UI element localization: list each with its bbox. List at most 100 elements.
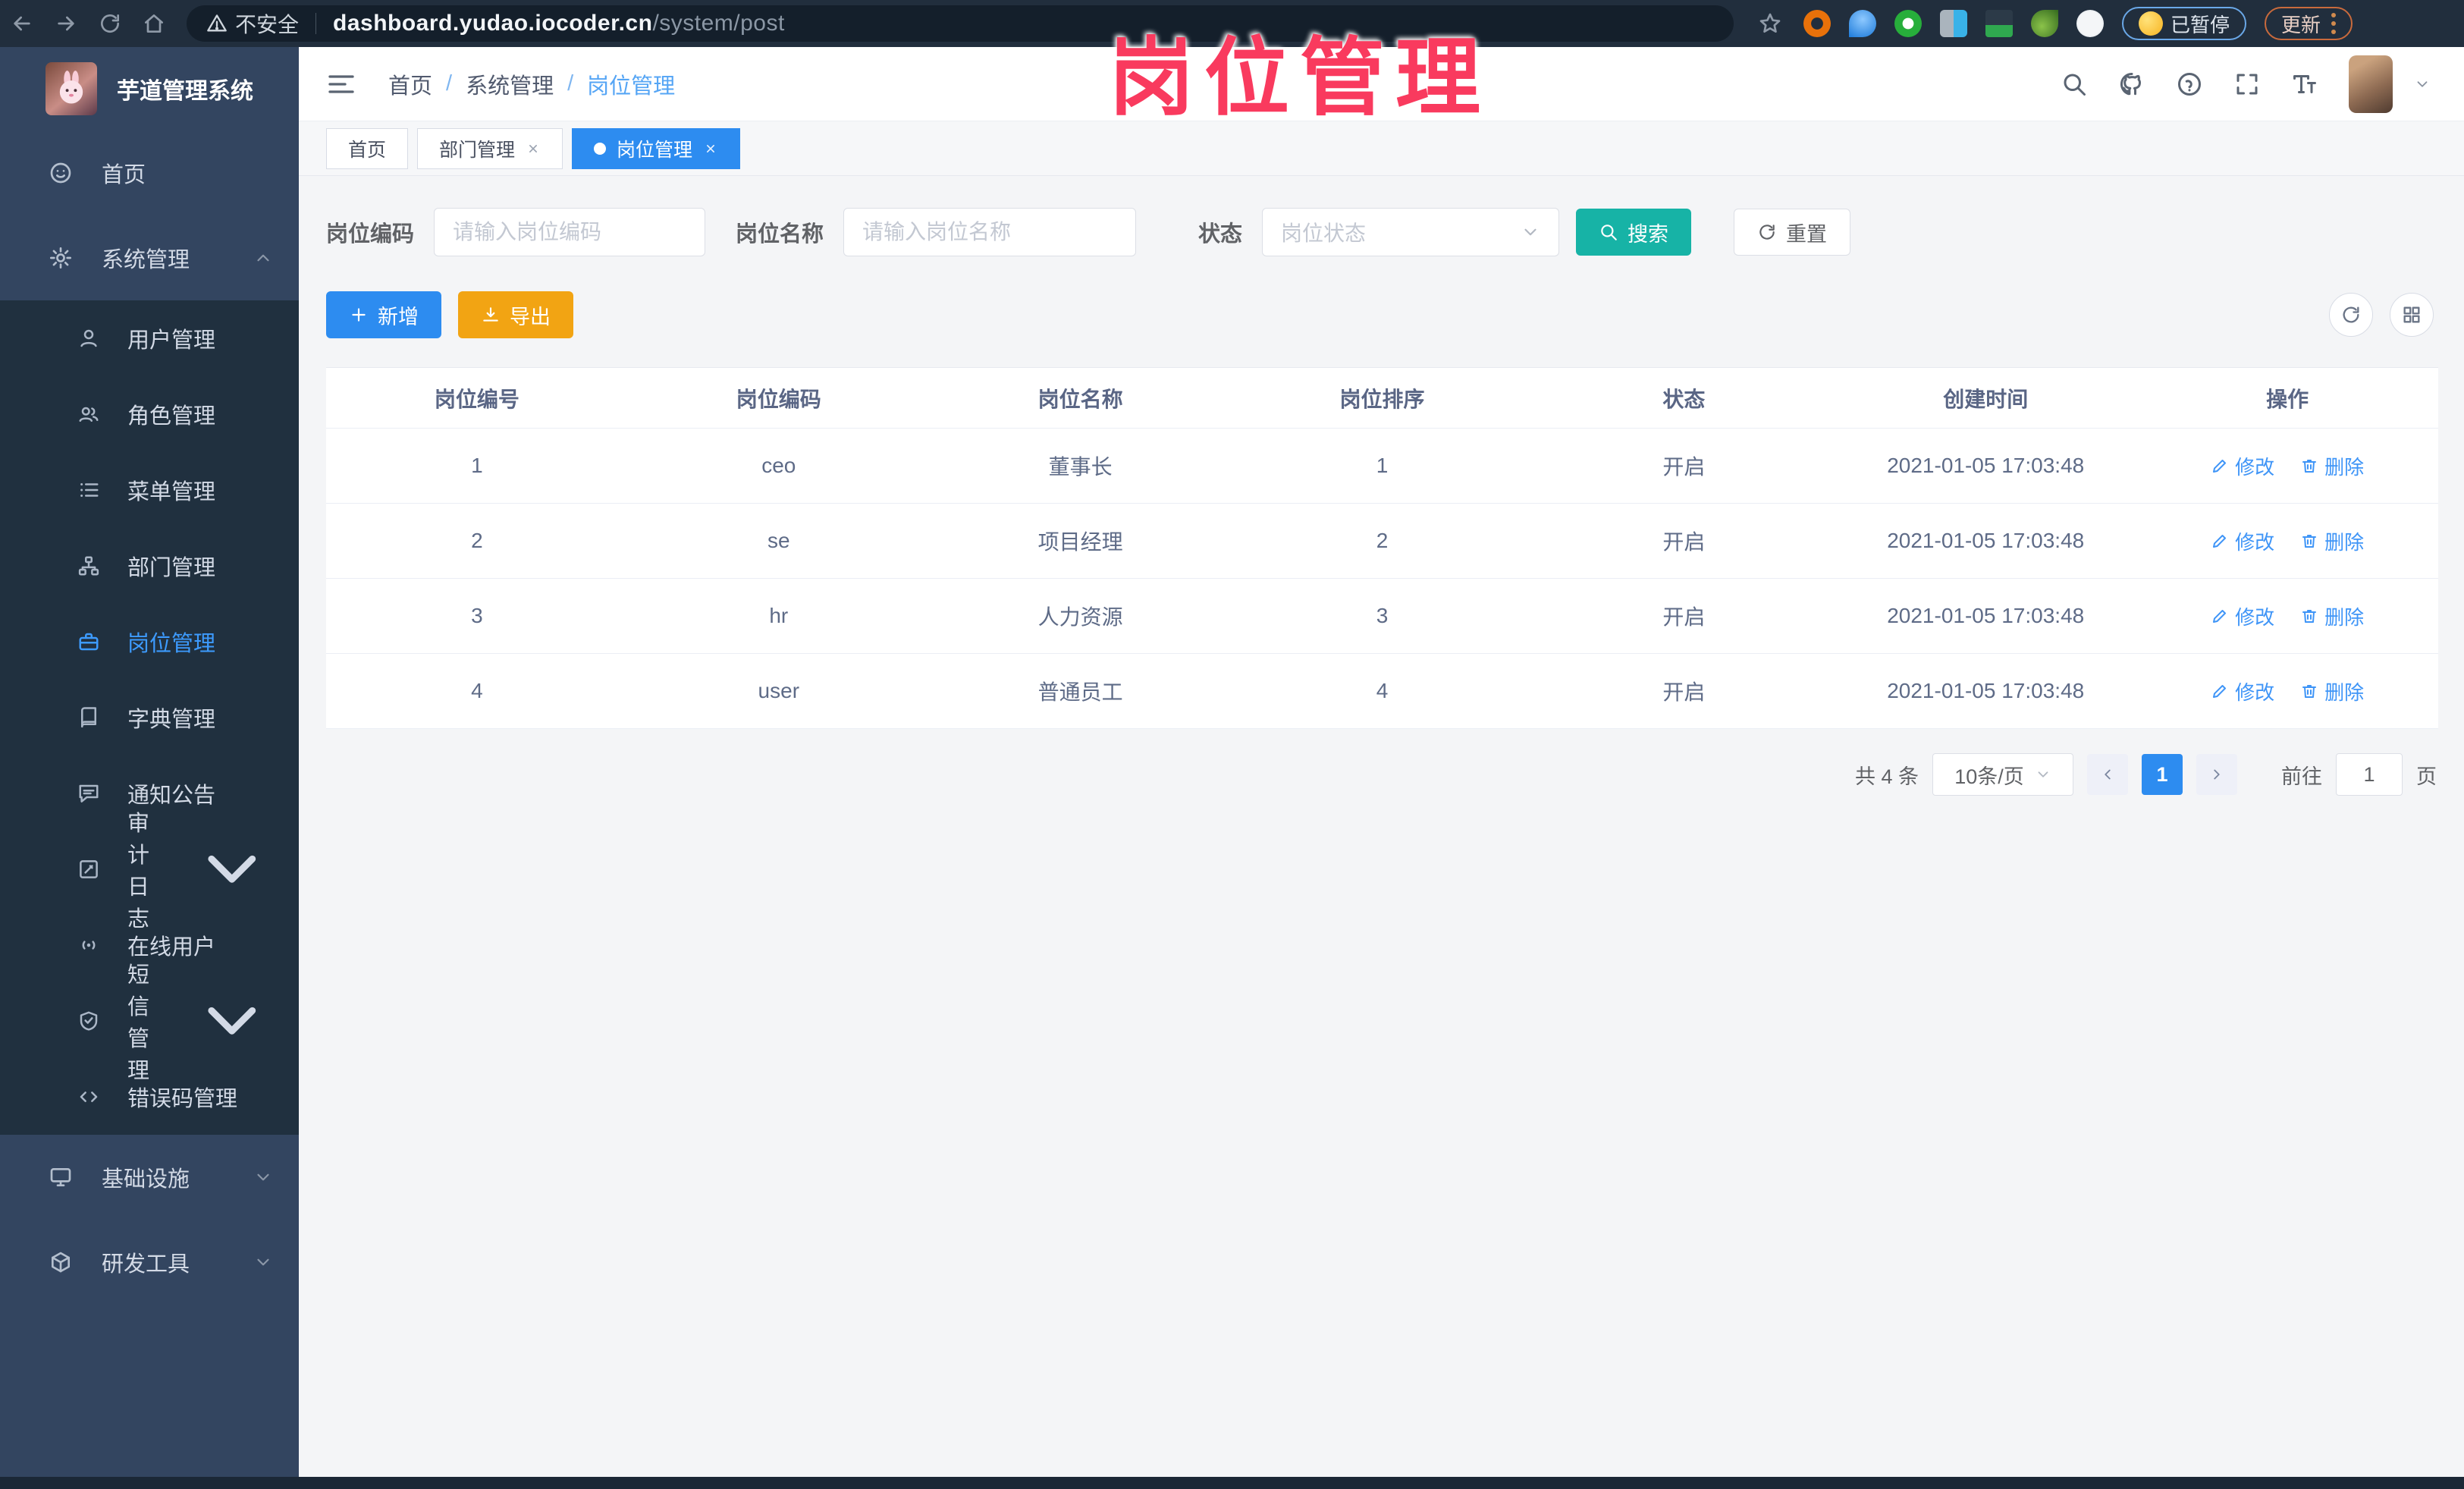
breadcrumb-system[interactable]: 系统管理 (466, 68, 554, 100)
refresh-table-button[interactable] (2329, 293, 2373, 337)
extension-icon-leaf[interactable] (2031, 10, 2058, 37)
tab-home[interactable]: 首页 (326, 127, 409, 169)
sidebar-item-roles[interactable]: 角色管理 (0, 376, 299, 452)
edit-icon (2213, 460, 2227, 473)
goto-page-input[interactable] (2336, 753, 2403, 796)
sidebar-item-menus[interactable]: 菜单管理 (0, 452, 299, 528)
sidebar-item-depts[interactable]: 部门管理 (0, 528, 299, 604)
close-icon[interactable] (703, 141, 718, 156)
edit-link[interactable]: 修改 (2211, 677, 2274, 705)
tagview-bar: 首页 部门管理 岗位管理 (299, 121, 2464, 176)
sidebar-item-sms[interactable]: 短信管理 (0, 963, 299, 1083)
github-icon[interactable] (2118, 71, 2145, 98)
extension-icon-green-check[interactable] (1894, 10, 1922, 37)
chevron-up-icon (257, 254, 269, 262)
window-bottom-edge (0, 1477, 2464, 1489)
sidebar-item-infrastructure[interactable]: 基础设施 (0, 1135, 299, 1220)
org-tree-icon (78, 556, 99, 576)
sidebar-item-devtools[interactable]: 研发工具 (0, 1220, 299, 1305)
extension-icon-orange[interactable] (1803, 10, 1831, 37)
browser-menu-icon[interactable] (2331, 13, 2337, 34)
tab-dept[interactable]: 部门管理 (417, 127, 563, 169)
add-button[interactable]: 新增 (326, 291, 441, 338)
help-icon[interactable] (2176, 71, 2203, 98)
table-header-row: 岗位编号 岗位编码 岗位名称 岗位排序 状态 创建时间 操作 (326, 368, 2438, 429)
sidebar-item-error-codes[interactable]: 错误码管理 (0, 1059, 299, 1135)
posts-table: 岗位编号 岗位编码 岗位名称 岗位排序 状态 创建时间 操作 1 ceo 董事长… (326, 367, 2438, 729)
status-value: 开启 (1662, 455, 1706, 479)
home-icon[interactable] (132, 0, 176, 47)
app-logo-row[interactable]: 芋道管理系统 (0, 47, 299, 130)
search-icon (1601, 225, 1617, 240)
reload-icon[interactable] (88, 0, 132, 47)
extensions-puzzle-icon[interactable] (2076, 10, 2104, 37)
box-icon (52, 1252, 70, 1273)
download-icon (483, 307, 498, 322)
bookmark-star-icon[interactable] (1755, 0, 1785, 47)
breadcrumb: 首页 / 系统管理 / 岗位管理 (388, 68, 675, 100)
sidebar-item-audit-log[interactable]: 审计日志 (0, 812, 299, 931)
edit-link[interactable]: 修改 (2211, 527, 2274, 555)
edit-link[interactable]: 修改 (2211, 602, 2274, 630)
refresh-icon (1759, 225, 1775, 240)
delete-link[interactable]: 删除 (2300, 452, 2364, 480)
column-settings-button[interactable] (2390, 293, 2434, 337)
sidebar-item-system[interactable]: 系统管理 (0, 215, 299, 300)
sidebar-item-dict[interactable]: 字典管理 (0, 680, 299, 755)
briefcase-icon (79, 633, 99, 651)
extension-icon-gray-blue[interactable] (1940, 10, 1967, 37)
security-warning[interactable]: 不安全 (206, 8, 299, 39)
chevron-down-icon (2038, 771, 2048, 777)
delete-link[interactable]: 删除 (2300, 677, 2364, 705)
profile-paused-badge[interactable]: 已暂停 (2122, 7, 2247, 40)
page-size-select[interactable]: 10条/页 (1932, 753, 2073, 796)
post-name-input[interactable] (843, 208, 1137, 256)
total-count: 共 4 条 (1854, 765, 1919, 788)
address-bar[interactable]: 不安全 dashboard.yudao.iocoder.cn/system/po… (187, 5, 1734, 42)
post-code-input[interactable] (434, 208, 706, 256)
users-icon (79, 407, 99, 422)
sidebar-item-home[interactable]: 首页 (0, 130, 299, 215)
table-row: 1 ceo 董事长 1 开启 2021-01-05 17:03:48 修改 删除 (326, 429, 2438, 504)
sidebar-item-users[interactable]: 用户管理 (0, 300, 299, 376)
search-icon[interactable] (2061, 71, 2088, 98)
prev-page-button[interactable] (2087, 754, 2128, 795)
delete-link[interactable]: 删除 (2300, 527, 2364, 555)
collapse-sidebar-icon[interactable] (326, 69, 356, 99)
browser-update-button[interactable]: 更新 (2265, 7, 2353, 40)
edit-icon (2213, 610, 2227, 623)
url-text: dashboard.yudao.iocoder.cn/system/post (333, 11, 785, 36)
status-select[interactable]: 岗位状态 (1262, 208, 1560, 256)
fullscreen-icon[interactable] (2233, 71, 2261, 98)
breadcrumb-home[interactable]: 首页 (388, 68, 432, 100)
grid-icon (2403, 306, 2420, 323)
status-value: 开启 (1662, 605, 1706, 629)
forward-icon[interactable] (44, 0, 88, 47)
security-label: 不安全 (235, 13, 300, 36)
delete-link[interactable]: 删除 (2300, 602, 2364, 630)
tab-post[interactable]: 岗位管理 (572, 127, 741, 169)
screen: 不安全 dashboard.yudao.iocoder.cn/system/po… (0, 0, 2464, 1489)
profile-emoji-icon (2139, 11, 2163, 36)
sidebar-item-posts[interactable]: 岗位管理 (0, 604, 299, 680)
back-icon[interactable] (0, 0, 44, 47)
message-icon (79, 784, 99, 803)
edit-link[interactable]: 修改 (2211, 452, 2274, 480)
extension-icon-pin[interactable] (1849, 10, 1876, 37)
table-row: 2 se 项目经理 2 开启 2021-01-05 17:03:48 修改 删除 (326, 504, 2438, 579)
next-page-button[interactable] (2196, 754, 2237, 795)
reset-button[interactable]: 重置 (1734, 209, 1851, 256)
close-icon[interactable] (526, 141, 541, 156)
dashboard-face-icon (50, 162, 71, 184)
search-button[interactable]: 搜索 (1576, 209, 1692, 256)
active-dot (594, 142, 607, 155)
export-button[interactable]: 导出 (458, 291, 573, 338)
goto-label: 前往 (2281, 765, 2322, 788)
caret-down-icon[interactable] (2414, 76, 2431, 93)
font-size-icon[interactable] (2291, 71, 2318, 98)
avatar[interactable] (2349, 55, 2393, 113)
header-actions (2061, 55, 2431, 113)
extension-icon-gtm[interactable] (1985, 10, 2013, 37)
edit-square-icon (80, 860, 98, 878)
page-number-1[interactable]: 1 (2142, 754, 2183, 795)
